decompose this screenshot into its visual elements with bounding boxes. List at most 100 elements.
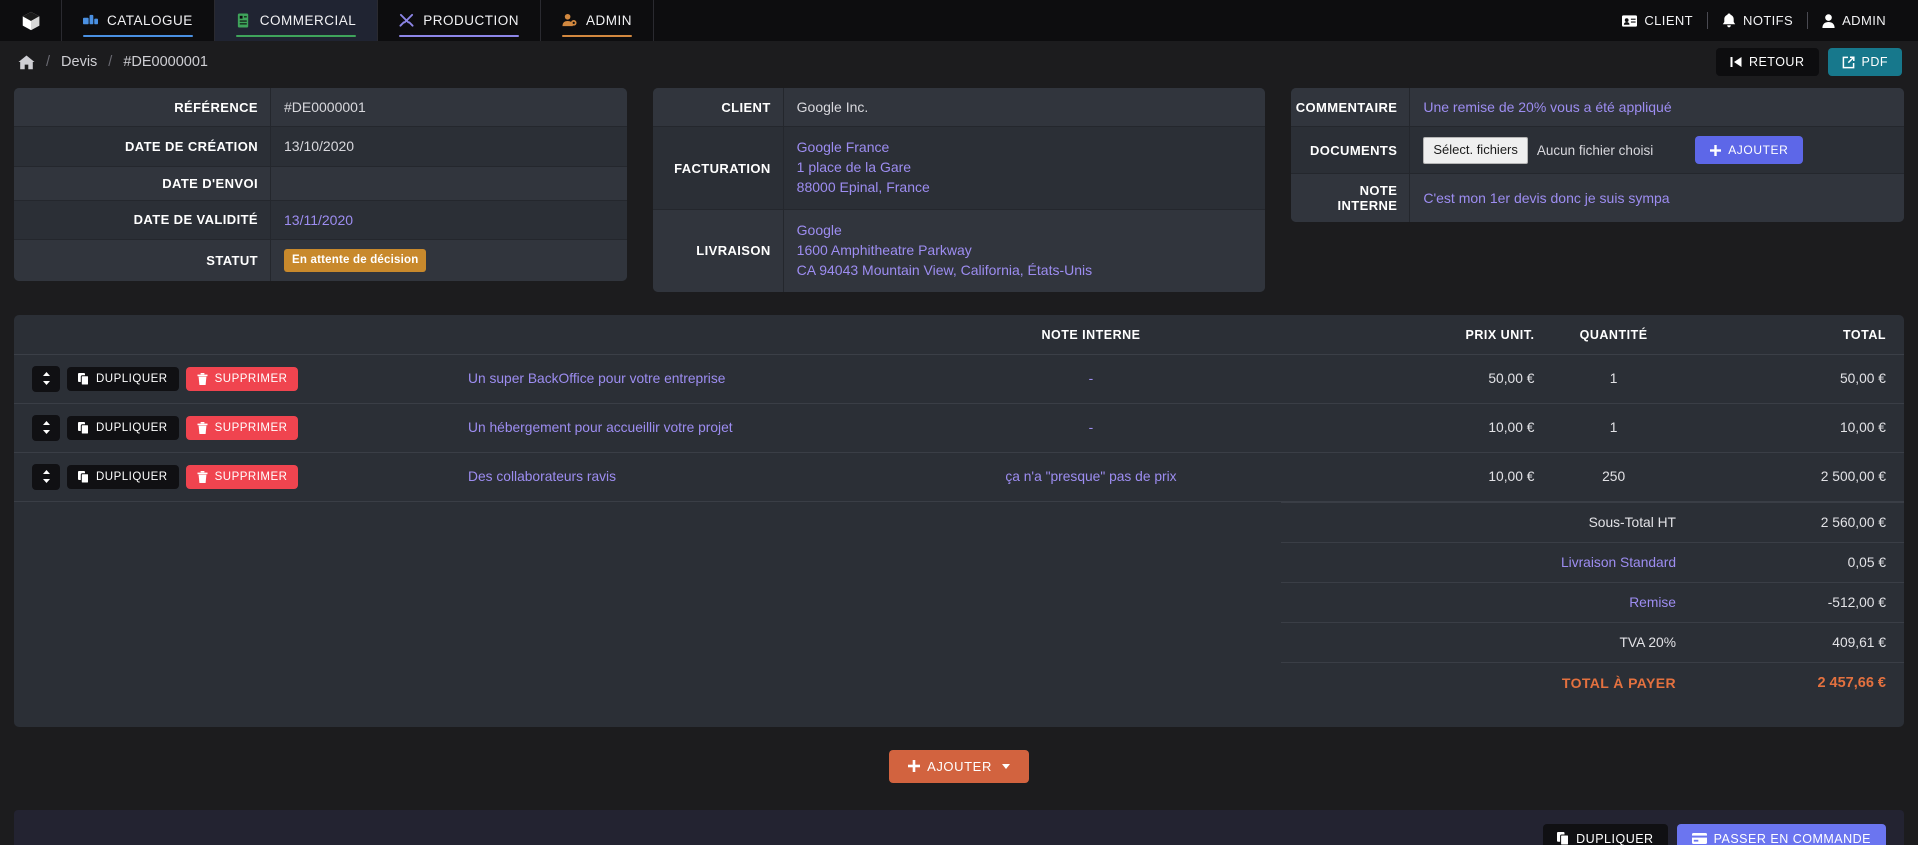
row-description[interactable]: Un hébergement pour accueillir votre pro… <box>468 403 933 453</box>
row-note[interactable]: ça n'a "presque" pas de prix <box>932 452 1250 502</box>
breadcrumb-separator: / <box>46 54 51 70</box>
row-actions: DUPLIQUER SUPPRIMER <box>32 365 468 392</box>
total-grand-label: TOTAL À PAYER <box>1561 674 1676 691</box>
total-shipping-row: Livraison Standard 0,05 € <box>1281 541 1904 582</box>
chevron-down-icon <box>1001 763 1010 769</box>
info-row-reference: RÉFÉRENCE #DE0000001 <box>14 88 627 128</box>
nav-admin-button[interactable]: ADMIN <box>1808 13 1900 28</box>
internal-note-value[interactable]: C'est mon 1er devis donc je suis sympa <box>1410 174 1904 222</box>
totals-spacer <box>14 502 1281 542</box>
row-description[interactable]: Des collaborateurs ravis <box>468 452 933 502</box>
total-discount-label[interactable]: Remise <box>1281 595 1714 610</box>
duplicate-row-button[interactable]: DUPLIQUER <box>67 464 179 489</box>
row-actions: DUPLIQUER SUPPRIMER <box>32 414 468 441</box>
header-qty: QUANTITÉ <box>1534 314 1693 355</box>
billing-line-1: Google France <box>796 139 890 156</box>
nav-client-label: CLIENT <box>1644 13 1694 28</box>
app-logo[interactable] <box>0 0 62 41</box>
drag-handle-icon[interactable] <box>32 365 60 392</box>
total-shipping-label[interactable]: Livraison Standard <box>1281 555 1714 570</box>
back-button[interactable]: RETOUR <box>1715 48 1819 76</box>
plus-icon <box>908 760 921 773</box>
row-note[interactable]: - <box>932 403 1250 453</box>
row-note[interactable]: - <box>932 354 1250 404</box>
select-files-button[interactable]: Sélect. fichiers <box>1423 136 1528 164</box>
add-document-button[interactable]: AJOUTER <box>1695 136 1804 165</box>
pdf-button-label: PDF <box>1861 55 1888 69</box>
info-value-send-date <box>271 167 627 200</box>
table-header-row: NOTE INTERNE PRIX UNIT. QUANTITÉ TOTAL <box>14 314 1904 355</box>
nav-tab-commercial[interactable]: COMMERCIAL <box>214 0 379 41</box>
billing-line-2: 1 place de la Gare <box>796 159 912 176</box>
totals-section: Sous-Total HT 2 560,00 € Livraison Stand… <box>14 501 1904 703</box>
info-value-reference: #DE0000001 <box>284 99 366 115</box>
total-discount-value: -512,00 € <box>1827 594 1886 610</box>
nav-client-button[interactable]: CLIENT <box>1608 13 1707 28</box>
info-value-creation-date: 13/10/2020 <box>284 138 355 155</box>
nav-tab-production[interactable]: PRODUCTION <box>378 0 542 41</box>
info-label-validity-date: DATE DE VALIDITÉ <box>14 200 271 239</box>
total-vat-row: TVA 20% 409,61 € <box>1281 621 1904 662</box>
pdf-button[interactable]: PDF <box>1827 48 1902 76</box>
row-total: 10,00 € <box>1692 403 1904 453</box>
info-label-creation-date: DATE DE CRÉATION <box>14 127 271 166</box>
credit-card-icon <box>1691 832 1707 845</box>
convert-to-order-label: PASSER EN COMMANDE <box>1713 831 1871 845</box>
duplicate-row-label: DUPLIQUER <box>96 421 168 434</box>
file-input-group: Sélect. fichiers Aucun fichier choisi AJ… <box>1423 136 1804 165</box>
totals-spacer <box>14 662 1281 703</box>
total-shipping-value: 0,05 € <box>1847 554 1886 570</box>
add-line-button[interactable]: AJOUTER <box>889 749 1029 783</box>
delete-row-button[interactable]: SUPPRIMER <box>185 464 299 489</box>
add-line-label: AJOUTER <box>927 758 992 774</box>
total-grand-row: TOTAL À PAYER 2 457,66 € <box>1281 661 1904 703</box>
breadcrumb-bar: / Devis / #DE0000001 RETOUR PDF <box>0 41 1918 83</box>
row-actions-cell: DUPLIQUER SUPPRIMER <box>14 354 469 404</box>
nav-tab-catalogue-label: CATALOGUE <box>107 13 193 28</box>
info-value-validity-date[interactable]: 13/11/2020 <box>271 201 627 239</box>
shipping-address[interactable]: Google 1600 Amphitheatre Parkway CA 9404… <box>784 210 1266 292</box>
header-actions <box>14 314 469 355</box>
row-description[interactable]: Un super BackOffice pour votre entrepris… <box>468 354 933 404</box>
drag-handle-icon[interactable] <box>32 463 60 490</box>
row-quantity: 1 <box>1534 354 1693 404</box>
nav-notifs-button[interactable]: NOTIFS <box>1708 13 1807 28</box>
nav-tab-catalogue[interactable]: CATALOGUE <box>62 0 215 41</box>
delete-row-button[interactable]: SUPPRIMER <box>185 366 299 391</box>
billing-address[interactable]: Google France 1 place de la Gare 88000 E… <box>784 127 1266 209</box>
nav-tab-admin-label: ADMIN <box>586 13 633 28</box>
totals-row: TVA 20% 409,61 € <box>14 621 1904 662</box>
admin-icon <box>562 13 577 28</box>
total-subtotal-row: Sous-Total HT 2 560,00 € <box>1281 501 1904 542</box>
delete-row-button[interactable]: SUPPRIMER <box>185 415 299 440</box>
duplicate-row-label: DUPLIQUER <box>96 470 168 483</box>
duplicate-quote-button[interactable]: DUPLIQUER <box>1543 823 1668 845</box>
drag-handle-icon[interactable] <box>32 414 60 441</box>
copy-icon <box>78 372 89 385</box>
header-price: PRIX UNIT. <box>1249 314 1535 355</box>
trash-icon <box>197 470 208 483</box>
client-panel: CLIENT Google Inc. FACTURATION Google Fr… <box>652 88 1266 292</box>
duplicate-row-button[interactable]: DUPLIQUER <box>67 415 179 440</box>
internal-note-row: NOTE INTERNE C'est mon 1er devis donc je… <box>1291 174 1905 223</box>
convert-to-order-button[interactable]: PASSER EN COMMANDE <box>1676 823 1886 845</box>
comment-value[interactable]: Une remise de 20% vous a été appliqué <box>1410 88 1904 126</box>
info-row-validity-date: DATE DE VALIDITÉ 13/11/2020 <box>14 200 627 240</box>
id-card-icon <box>1622 14 1638 27</box>
info-label-reference: RÉFÉRENCE <box>14 88 271 127</box>
breadcrumb-item-devis[interactable]: Devis <box>61 54 97 70</box>
row-actions: DUPLIQUER SUPPRIMER <box>32 463 468 490</box>
nav-tab-admin[interactable]: ADMIN <box>541 0 655 41</box>
row-quantity: 1 <box>1534 403 1693 453</box>
home-icon[interactable] <box>18 55 35 70</box>
copy-icon <box>78 470 89 483</box>
nav-notifs-label: NOTIFS <box>1743 13 1794 28</box>
billing-label: FACTURATION <box>653 127 784 209</box>
shipping-line-2: 1600 Amphitheatre Parkway <box>796 241 972 258</box>
nav-tab-catalogue-underline <box>83 35 193 37</box>
breadcrumb-item-current: #DE0000001 <box>123 54 208 70</box>
duplicate-row-button[interactable]: DUPLIQUER <box>67 366 179 391</box>
breadcrumb-separator: / <box>108 54 113 70</box>
trash-icon <box>197 421 208 434</box>
nav-right-group: CLIENT NOTIFS ADMIN <box>1608 0 1900 41</box>
